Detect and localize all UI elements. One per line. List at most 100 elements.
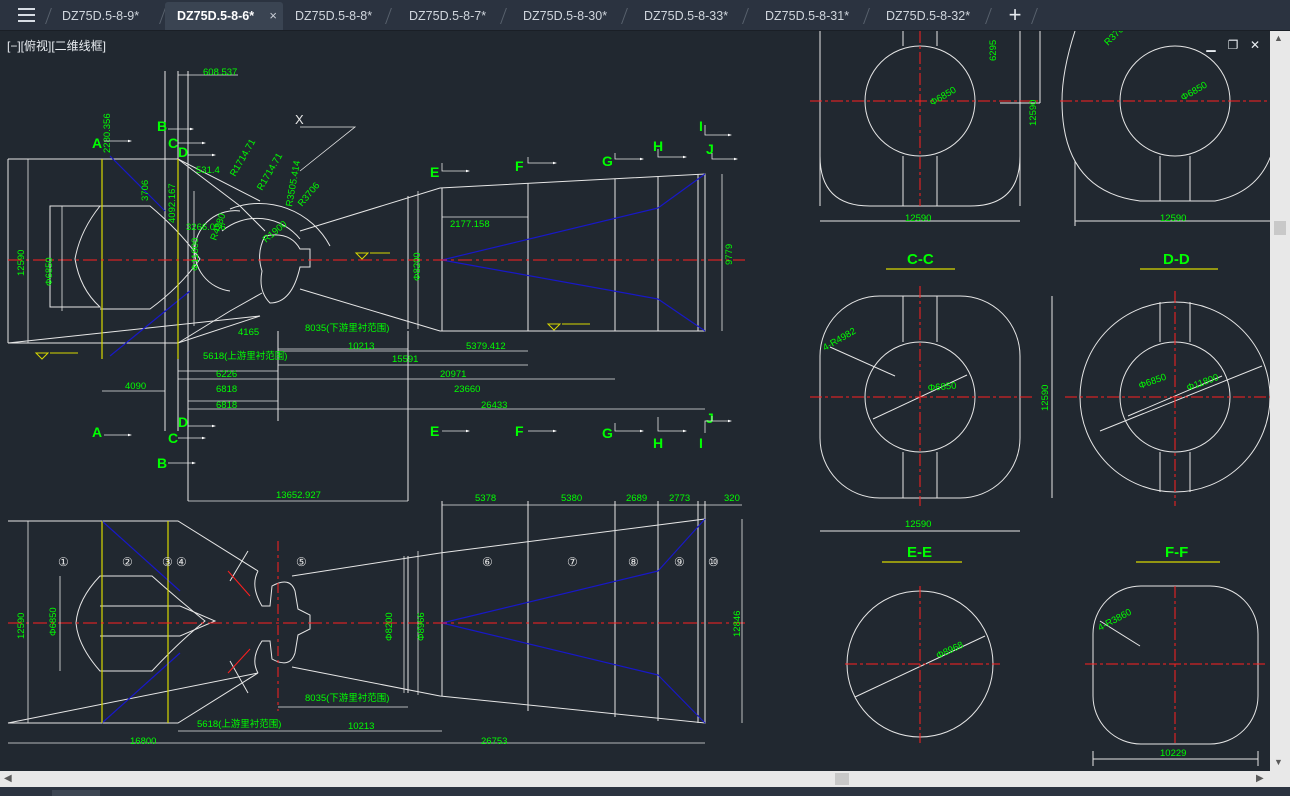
tab-label: DZ75D.5-8-6* — [177, 9, 255, 23]
tab-dz75d-5-8-30[interactable]: DZ75D.5-8-30* — [511, 2, 623, 30]
section-letter-e: E — [430, 164, 439, 180]
dim-text: 2177.158 — [450, 219, 490, 230]
tab-separator — [985, 8, 992, 24]
section-title-ff: F-F — [1165, 544, 1188, 561]
dim-text: Φ6850 — [928, 85, 958, 109]
dim-text: 13652.927 — [276, 490, 321, 501]
dim-text: 320 — [724, 493, 740, 504]
plan-inlet-bell — [49, 205, 102, 308]
elev-dim-texts: 5378 5380 2689 2773 320 12590 Φ6850 Φ820… — [16, 493, 743, 747]
dim-text: 5380 — [561, 493, 582, 504]
horizontal-scroll-thumb[interactable] — [835, 773, 849, 785]
scroll-up-icon[interactable]: ▲ — [1274, 33, 1283, 43]
dim-text: 9779 — [724, 244, 735, 265]
tab-label: DZ75D.5-8-30* — [523, 9, 608, 23]
dim-text: 6818 — [216, 400, 237, 411]
dim-text: Φ11800 — [1185, 372, 1220, 394]
marker-5: ⑤ — [296, 555, 307, 569]
scroll-down-icon[interactable]: ▼ — [1274, 757, 1283, 767]
dim-text: 5379.412 — [466, 341, 506, 352]
dim-text: 15591 — [392, 354, 418, 365]
marker-9: ⑨ — [674, 555, 685, 569]
marker-2: ② — [122, 555, 133, 569]
section-b-partial — [1061, 31, 1270, 226]
menu-icon[interactable] — [10, 6, 38, 24]
dim-text: Φ6850 — [44, 257, 55, 286]
dim-text: R3706 — [296, 180, 322, 209]
marker-4: ④ — [176, 555, 187, 569]
dim-text: 12590 — [16, 250, 27, 276]
viewport-controls[interactable]: [−][俯视][二维线框] — [7, 37, 106, 54]
tab-dz75d-5-8-8[interactable]: DZ75D.5-8-8* — [283, 2, 387, 30]
layout-tab-strip — [0, 787, 1290, 796]
dim-text: 10213 — [348, 341, 374, 352]
scroll-left-icon[interactable]: ◀ — [4, 773, 12, 784]
elev-markers: ① ② ③ ④ ⑤ ⑥ ⑦ ⑧ ⑨ ⑩ — [58, 555, 719, 569]
dim-text: Φ6850 — [1137, 372, 1168, 392]
section-letter-i: I — [699, 435, 703, 451]
plan-dim-texts: 608.537 2280.356 3706 R1714.71 R1714.71 … — [16, 67, 735, 501]
dim-text: Φ6850 — [927, 381, 957, 394]
dim-text: 12590 — [1160, 213, 1186, 224]
dim-text: 4092.167 — [167, 183, 178, 223]
marker-8: ⑧ — [628, 555, 639, 569]
close-icon[interactable]: ✕ — [1249, 39, 1261, 51]
section-letter-j: J — [706, 141, 714, 157]
dim-text: 12846 — [732, 611, 743, 637]
viewport-window-controls: ▁ ❐ ✕ — [1205, 39, 1265, 53]
section-letter-c: C — [168, 430, 178, 446]
tab-dz75d-5-8-31[interactable]: DZ75D.5-8-31* — [753, 2, 865, 30]
marker-10: ⑩ — [708, 555, 719, 569]
dim-text: 608.537 — [203, 67, 237, 78]
marker-1: ① — [58, 555, 69, 569]
section-title-dd: D-D — [1163, 251, 1190, 268]
dim-text: Φ8966 — [416, 612, 427, 641]
sec-cc-dims: 4-R4982 Φ6850 12590 12590 — [821, 326, 1051, 530]
section-letter-g: G — [602, 425, 613, 441]
dim-text: 5378 — [475, 493, 496, 504]
elevation-view — [7, 501, 706, 724]
plan-dim-lines — [27, 74, 723, 502]
dim-text: 5618(上游里衬范围) — [203, 350, 287, 362]
drawing-canvas[interactable]: 608.537 2280.356 3706 R1714.71 R1714.71 … — [0, 31, 1270, 771]
tab-dz75d-5-8-9[interactable]: DZ75D.5-8-9* — [50, 2, 160, 30]
section-letter-a: A — [92, 135, 102, 151]
tab-dz75d-5-8-32[interactable]: DZ75D.5-8-32* — [874, 2, 986, 30]
add-tab-button[interactable]: + — [1003, 3, 1027, 27]
dim-text: 12590 — [1028, 100, 1039, 126]
layout-tab[interactable] — [52, 790, 100, 796]
tab-dz75d-5-8-7[interactable]: DZ75D.5-8-7* — [397, 2, 501, 30]
dim-text: 6818 — [216, 384, 237, 395]
tab-bar: DZ75D.5-8-9* DZ75D.5-8-6* × DZ75D.5-8-8* … — [0, 0, 1290, 31]
section-letter-j: J — [706, 410, 714, 426]
section-letter-b: B — [157, 455, 167, 471]
vertical-scroll-thumb[interactable] — [1274, 221, 1286, 235]
section-title-underlines — [882, 268, 1220, 563]
dim-text: R1714.71 — [228, 137, 258, 178]
scroll-right-icon[interactable]: ▶ — [1256, 773, 1264, 784]
close-icon[interactable]: × — [269, 2, 277, 30]
dim-text: 20971 — [440, 369, 466, 380]
dim-text: 26433 — [481, 400, 507, 411]
dim-text: 4165 — [238, 327, 259, 338]
section-letter-f: F — [515, 158, 524, 174]
dim-text: 12590 — [16, 613, 27, 639]
dim-text: Φ8200 — [412, 252, 423, 281]
tab-dz75d-5-8-6[interactable]: DZ75D.5-8-6* × — [165, 2, 283, 30]
elev-dim-lines — [8, 504, 743, 744]
minimize-icon[interactable]: ▁ — [1205, 39, 1217, 51]
vertical-scrollbar[interactable]: ▲ ▼ — [1270, 31, 1290, 771]
section-letter-b: B — [157, 118, 167, 134]
cad-drawing: 608.537 2280.356 3706 R1714.71 R1714.71 … — [7, 31, 1270, 766]
dim-text: 4-R3860 — [1096, 607, 1133, 634]
marker-3: ③ — [162, 555, 173, 569]
dim-text: 2773 — [669, 493, 690, 504]
scrollbar-corner — [1270, 771, 1290, 787]
dim-text: Φ8968 — [935, 640, 966, 662]
section-letter-i: I — [699, 118, 703, 134]
dim-text: Φ6850 — [48, 607, 59, 636]
tab-dz75d-5-8-33[interactable]: DZ75D.5-8-33* — [632, 2, 744, 30]
restore-icon[interactable]: ❐ — [1227, 39, 1239, 51]
horizontal-scrollbar[interactable]: ◀ ▶ — [0, 771, 1270, 787]
dim-text: 6295 — [988, 40, 999, 61]
